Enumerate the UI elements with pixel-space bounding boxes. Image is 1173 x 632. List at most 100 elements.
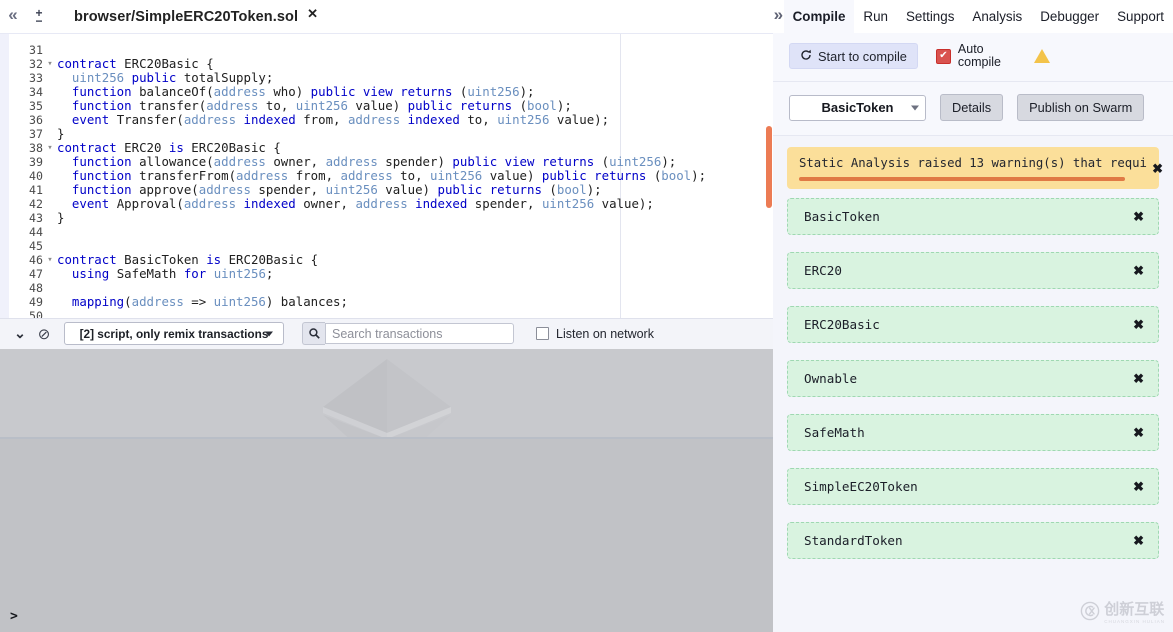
chevron-down-icon	[911, 105, 919, 110]
zoom-out-icon[interactable]: −	[35, 17, 42, 25]
editor-left-strip	[0, 34, 9, 318]
watermark-subtext: CHUANGXIN HULIAN	[1104, 619, 1165, 624]
auto-compile-checkbox[interactable]: ✔ Auto compile	[936, 43, 1014, 69]
compile-controls: Start to compile ✔ Auto compile	[773, 33, 1173, 82]
transaction-filter-select[interactable]: [2] script, only remix transactions	[64, 322, 284, 345]
terminal-input-area[interactable]	[0, 439, 773, 632]
close-icon[interactable]: ✖	[1133, 209, 1144, 225]
code-line[interactable]: 35 function transfer(address to, uint256…	[9, 99, 773, 113]
code-line[interactable]: 46▾contract BasicToken is ERC20Basic {	[9, 253, 773, 267]
listen-on-network-toggle[interactable]: Listen on network	[536, 327, 654, 341]
fold-toggle-icon[interactable]: ▾	[43, 253, 57, 267]
contract-card[interactable]: BasicToken✖	[787, 198, 1159, 235]
font-size-controls[interactable]: + −	[26, 9, 52, 25]
contract-card[interactable]: SimpleEC20Token✖	[787, 468, 1159, 505]
code-line[interactable]: 45	[9, 239, 773, 253]
search-icon[interactable]	[302, 322, 325, 345]
line-number: 36	[9, 113, 43, 127]
code-text: contract ERC20 is ERC20Basic {	[57, 141, 281, 155]
close-icon[interactable]: ✖	[1152, 161, 1163, 177]
close-icon[interactable]: ✕	[307, 6, 318, 22]
contract-select[interactable]: BasicToken	[789, 95, 926, 121]
contract-card[interactable]: StandardToken✖	[787, 522, 1159, 559]
line-number: 49	[9, 295, 43, 309]
close-icon[interactable]: ✖	[1133, 317, 1144, 333]
code-line[interactable]: 50	[9, 309, 773, 318]
tab-debugger[interactable]: Debugger	[1031, 0, 1108, 33]
toggle-terminal-icon[interactable]: ⌄	[8, 325, 32, 342]
code-line[interactable]: 43}	[9, 211, 773, 225]
code-line[interactable]: 38▾contract ERC20 is ERC20Basic {	[9, 141, 773, 155]
contract-card-label: SafeMath	[804, 425, 1133, 440]
code-line[interactable]: 48	[9, 281, 773, 295]
code-line[interactable]: 42 event Approval(address indexed owner,…	[9, 197, 773, 211]
contract-card-label: Ownable	[804, 371, 1133, 386]
static-analysis-warning[interactable]: Static Analysis raised 13 warning(s) tha…	[787, 147, 1159, 189]
transaction-filter-value: [2] script, only remix transactions	[80, 327, 269, 341]
terminal-output[interactable]: >	[0, 349, 773, 632]
contract-card[interactable]: ERC20✖	[787, 252, 1159, 289]
code-text: }	[57, 127, 64, 141]
close-icon[interactable]: ✖	[1133, 425, 1144, 441]
collapse-panel-icon[interactable]: «	[0, 5, 26, 28]
checkmark-icon: ✔	[936, 49, 951, 64]
editor-toolbar: « + − browser/SimpleERC20Token.sol ✕	[0, 0, 773, 33]
file-tab-label: browser/SimpleERC20Token.sol	[74, 9, 298, 25]
details-button[interactable]: Details	[940, 94, 1003, 121]
contract-card[interactable]: SafeMath✖	[787, 414, 1159, 451]
close-icon[interactable]: ✖	[1133, 479, 1144, 495]
code-line[interactable]: 37}	[9, 127, 773, 141]
listen-checkbox[interactable]	[536, 327, 549, 340]
code-line[interactable]: 34 function balanceOf(address who) publi…	[9, 85, 773, 99]
line-number: 45	[9, 239, 43, 253]
close-icon[interactable]: ✖	[1133, 533, 1144, 549]
code-line[interactable]: 49 mapping(address => uint256) balances;	[9, 295, 773, 309]
contract-card[interactable]: ERC20Basic✖	[787, 306, 1159, 343]
contract-card[interactable]: Ownable✖	[787, 360, 1159, 397]
editor-pane: « + − browser/SimpleERC20Token.sol ✕ 313…	[0, 0, 773, 632]
tab-analysis[interactable]: Analysis	[963, 0, 1031, 33]
clear-console-icon[interactable]: ⊘	[32, 325, 56, 343]
code-line[interactable]: 32▾contract ERC20Basic {	[9, 57, 773, 71]
fold-toggle-icon[interactable]: ▾	[43, 57, 57, 71]
tab-support[interactable]: Support	[1108, 0, 1173, 33]
expand-panel-icon[interactable]: »	[773, 5, 784, 28]
code-text: contract ERC20Basic {	[57, 57, 214, 71]
side-panel: » Compile Run Settings Analysis Debugger…	[773, 0, 1173, 632]
line-number: 40	[9, 169, 43, 183]
compile-tab-content: Start to compile ✔ Auto compile BasicTok…	[773, 33, 1173, 632]
editor-scrollbar-thumb[interactable]	[766, 126, 772, 208]
fold-toggle-icon[interactable]: ▾	[43, 141, 57, 155]
close-icon[interactable]: ✖	[1133, 263, 1144, 279]
close-icon[interactable]: ✖	[1133, 371, 1144, 387]
watermark-logo-icon	[1080, 601, 1100, 621]
warning-triangle-icon[interactable]	[1034, 49, 1050, 63]
code-line[interactable]: 33 uint256 public totalSupply;	[9, 71, 773, 85]
code-text: function transfer(address to, uint256 va…	[57, 99, 572, 113]
tab-run[interactable]: Run	[854, 0, 897, 33]
code-line[interactable]: 31	[9, 43, 773, 57]
search-input[interactable]	[325, 323, 514, 344]
file-tab[interactable]: browser/SimpleERC20Token.sol ✕	[64, 0, 326, 34]
line-number: 50	[9, 309, 43, 318]
site-watermark: 创新互联 CHUANGXIN HULIAN	[1080, 598, 1165, 624]
start-to-compile-button[interactable]: Start to compile	[789, 43, 918, 69]
code-line[interactable]: 40 function transferFrom(address from, a…	[9, 169, 773, 183]
code-line[interactable]: 47 using SafeMath for uint256;	[9, 267, 773, 281]
line-number: 48	[9, 281, 43, 295]
code-line[interactable]: 41 function approve(address spender, uin…	[9, 183, 773, 197]
line-number: 32	[9, 57, 43, 71]
code-text: }	[57, 211, 64, 225]
contract-card-label: StandardToken	[804, 533, 1133, 548]
panel-tabs: » Compile Run Settings Analysis Debugger…	[773, 0, 1173, 33]
tab-compile[interactable]: Compile	[784, 0, 855, 33]
publish-on-swarm-button[interactable]: Publish on Swarm	[1017, 94, 1144, 121]
code-line[interactable]: 36 event Transfer(address indexed from, …	[9, 113, 773, 127]
code-line[interactable]: 44	[9, 225, 773, 239]
remix-ide-window: « + − browser/SimpleERC20Token.sol ✕ 313…	[0, 0, 1173, 632]
tab-settings[interactable]: Settings	[897, 0, 963, 33]
line-number: 35	[9, 99, 43, 113]
code-line[interactable]: 39 function allowance(address owner, add…	[9, 155, 773, 169]
code-editor[interactable]: 3132▾contract ERC20Basic {33 uint256 pub…	[0, 33, 773, 318]
code-lines[interactable]: 3132▾contract ERC20Basic {33 uint256 pub…	[9, 43, 773, 318]
